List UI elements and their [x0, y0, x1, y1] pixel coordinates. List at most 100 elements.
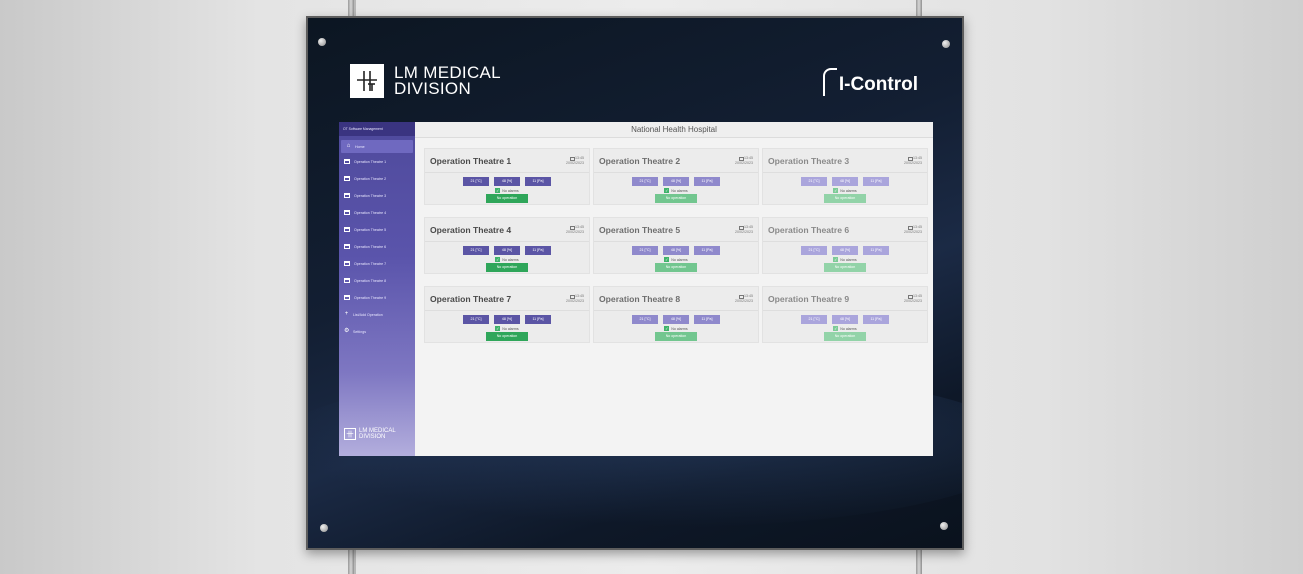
sidebar-item-settings[interactable]: ⚙ Settings	[339, 323, 415, 340]
humidity-chip: 48 [%]	[663, 246, 689, 255]
sidebar-item-operation-theatre-6[interactable]: Operation Theatre 6	[339, 238, 415, 255]
theatre-card-6[interactable]: Operation Theatre 6 13:45 20/02/2023 21 [°C…	[762, 217, 928, 274]
theatre-card-5[interactable]: Operation Theatre 5 13:45 20/02/2023 21 [°C…	[593, 217, 759, 274]
sidebar-title: OT Software Management	[339, 122, 415, 136]
sidebar-item-operation-theatre-3[interactable]: Operation Theatre 3	[339, 187, 415, 204]
sidebar-item-operation-theatre-7[interactable]: Operation Theatre 7	[339, 255, 415, 272]
theatre-card-3[interactable]: Operation Theatre 3 13:45 20/02/2023 21 [°C…	[762, 148, 928, 205]
check-icon: ✓	[664, 188, 670, 193]
readings: 21 [°C] 48 [%] 11 [Pa]	[425, 246, 589, 255]
alarm-text: No alarms	[671, 326, 688, 331]
page-title: National Health Hospital	[415, 122, 933, 138]
lm-cross-icon	[350, 64, 384, 98]
pressure-chip: 11 [Pa]	[863, 177, 889, 186]
pressure-chip: 11 [Pa]	[525, 177, 551, 186]
sidebar-item-label: Operation Theatre 6	[354, 244, 387, 249]
temperature-chip: 21 [°C]	[463, 177, 489, 186]
card-header: Operation Theatre 6 13:45 20/02/2023	[763, 218, 927, 242]
theatre-card-1[interactable]: Operation Theatre 1 13:45 20/02/2023 21 [°C…	[424, 148, 590, 205]
sidebar-item-label: Operation Theatre 8	[354, 278, 387, 283]
check-icon: ✓	[495, 326, 501, 331]
sidebar-item-operation-theatre-9[interactable]: Operation Theatre 9	[339, 289, 415, 306]
theatre-card-8[interactable]: Operation Theatre 8 13:45 20/02/2023 21 [°C…	[593, 286, 759, 343]
calendar-icon	[344, 210, 350, 215]
calendar-icon	[344, 227, 350, 232]
date: 20/02/2023	[735, 229, 753, 234]
humidity-chip: 48 [%]	[832, 177, 858, 186]
sidebar-item-home[interactable]: ⌂ Home	[341, 140, 413, 153]
sidebar-item-operation-theatre-4[interactable]: Operation Theatre 4	[339, 204, 415, 221]
sidebar-item-label: Operation Theatre 7	[354, 261, 387, 266]
theatre-title: Operation Theatre 6	[768, 224, 850, 235]
alarm-status: ✓ No alarms	[594, 188, 758, 193]
sidebar-item-label: Operation Theatre 2	[354, 176, 387, 181]
calendar-icon	[344, 176, 350, 181]
theatre-title: Operation Theatre 3	[768, 155, 850, 166]
sidebar-item-list-add-operation[interactable]: + List/Add Operation	[339, 306, 415, 323]
alarm-status: ✓ No alarms	[425, 188, 589, 193]
operation-status-badge[interactable]: No operation	[824, 263, 866, 272]
operation-status-badge[interactable]: No operation	[824, 194, 866, 203]
theatre-card-4[interactable]: Operation Theatre 4 13:45 20/02/2023 21 [°C…	[424, 217, 590, 274]
readings: 21 [°C] 48 [%] 11 [Pa]	[594, 315, 758, 324]
pressure-chip: 11 [Pa]	[525, 315, 551, 324]
alarm-text: No alarms	[840, 188, 857, 193]
date: 20/02/2023	[566, 298, 584, 303]
theatre-card-7[interactable]: Operation Theatre 7 13:45 20/02/2023 21 [°C…	[424, 286, 590, 343]
theatre-title: Operation Theatre 7	[430, 293, 512, 304]
alarm-status: ✓ No alarms	[594, 257, 758, 262]
date: 20/02/2023	[735, 298, 753, 303]
calendar-icon	[344, 244, 350, 249]
alarm-status: ✓ No alarms	[763, 188, 927, 193]
temperature-chip: 21 [°C]	[632, 315, 658, 324]
sidebar-item-operation-theatre-8[interactable]: Operation Theatre 8	[339, 272, 415, 289]
sidebar-item-label: Operation Theatre 1	[354, 159, 387, 164]
card-header: Operation Theatre 5 13:45 20/02/2023	[594, 218, 758, 242]
operation-status-badge[interactable]: No operation	[655, 332, 697, 341]
readings: 21 [°C] 48 [%] 11 [Pa]	[425, 177, 589, 186]
date: 20/02/2023	[566, 229, 584, 234]
humidity-chip: 48 [%]	[494, 246, 520, 255]
date: 20/02/2023	[735, 160, 753, 165]
temperature-chip: 21 [°C]	[632, 246, 658, 255]
date: 20/02/2023	[904, 160, 922, 165]
temperature-chip: 21 [°C]	[632, 177, 658, 186]
product-name: I-Control	[838, 74, 918, 95]
alarm-text: No alarms	[502, 257, 519, 262]
theatre-title: Operation Theatre 5	[599, 224, 681, 235]
timestamp: 13:45 20/02/2023	[904, 156, 922, 164]
operation-status-badge[interactable]: No operation	[486, 263, 528, 272]
operation-status-badge[interactable]: No operation	[824, 332, 866, 341]
temperature-chip: 21 [°C]	[463, 315, 489, 324]
sidebar-item-operation-theatre-1[interactable]: Operation Theatre 1	[339, 153, 415, 170]
alarm-text: No alarms	[671, 188, 688, 193]
sidebar-item-operation-theatre-5[interactable]: Operation Theatre 5	[339, 221, 415, 238]
theatre-card-9[interactable]: Operation Theatre 9 13:45 20/02/2023 21 [°C…	[762, 286, 928, 343]
theatre-grid: Operation Theatre 1 13:45 20/02/2023 21 [°C…	[424, 148, 928, 343]
theatre-title: Operation Theatre 2	[599, 155, 681, 166]
pressure-chip: 11 [Pa]	[863, 246, 889, 255]
calendar-icon	[344, 159, 350, 164]
control-panel: LM MEDICAL DIVISION I-Control OT Softwar…	[306, 16, 964, 550]
sidebar-item-label: Operation Theatre 4	[354, 210, 387, 215]
theatre-title: Operation Theatre 9	[768, 293, 850, 304]
operation-status-badge[interactable]: No operation	[655, 263, 697, 272]
operation-status-badge[interactable]: No operation	[486, 332, 528, 341]
readings: 21 [°C] 48 [%] 11 [Pa]	[763, 177, 927, 186]
humidity-chip: 48 [%]	[832, 315, 858, 324]
alarm-status: ✓ No alarms	[763, 326, 927, 331]
sidebar-item-operation-theatre-2[interactable]: Operation Theatre 2	[339, 170, 415, 187]
check-icon: ✓	[495, 257, 501, 262]
calendar-icon	[344, 193, 350, 198]
operation-status-badge[interactable]: No operation	[655, 194, 697, 203]
mount-pole	[348, 546, 354, 574]
timestamp: 13:45 20/02/2023	[735, 294, 753, 302]
operation-status-badge[interactable]: No operation	[486, 194, 528, 203]
theatre-title: Operation Theatre 1	[430, 155, 512, 166]
card-header: Operation Theatre 7 13:45 20/02/2023	[425, 287, 589, 311]
theatre-card-2[interactable]: Operation Theatre 2 13:45 20/02/2023 21 [°C…	[593, 148, 759, 205]
card-header: Operation Theatre 8 13:45 20/02/2023	[594, 287, 758, 311]
timestamp: 13:45 20/02/2023	[566, 156, 584, 164]
card-header: Operation Theatre 4 13:45 20/02/2023	[425, 218, 589, 242]
sidebar-logo: LM MEDICAL DIVISION	[344, 428, 396, 440]
